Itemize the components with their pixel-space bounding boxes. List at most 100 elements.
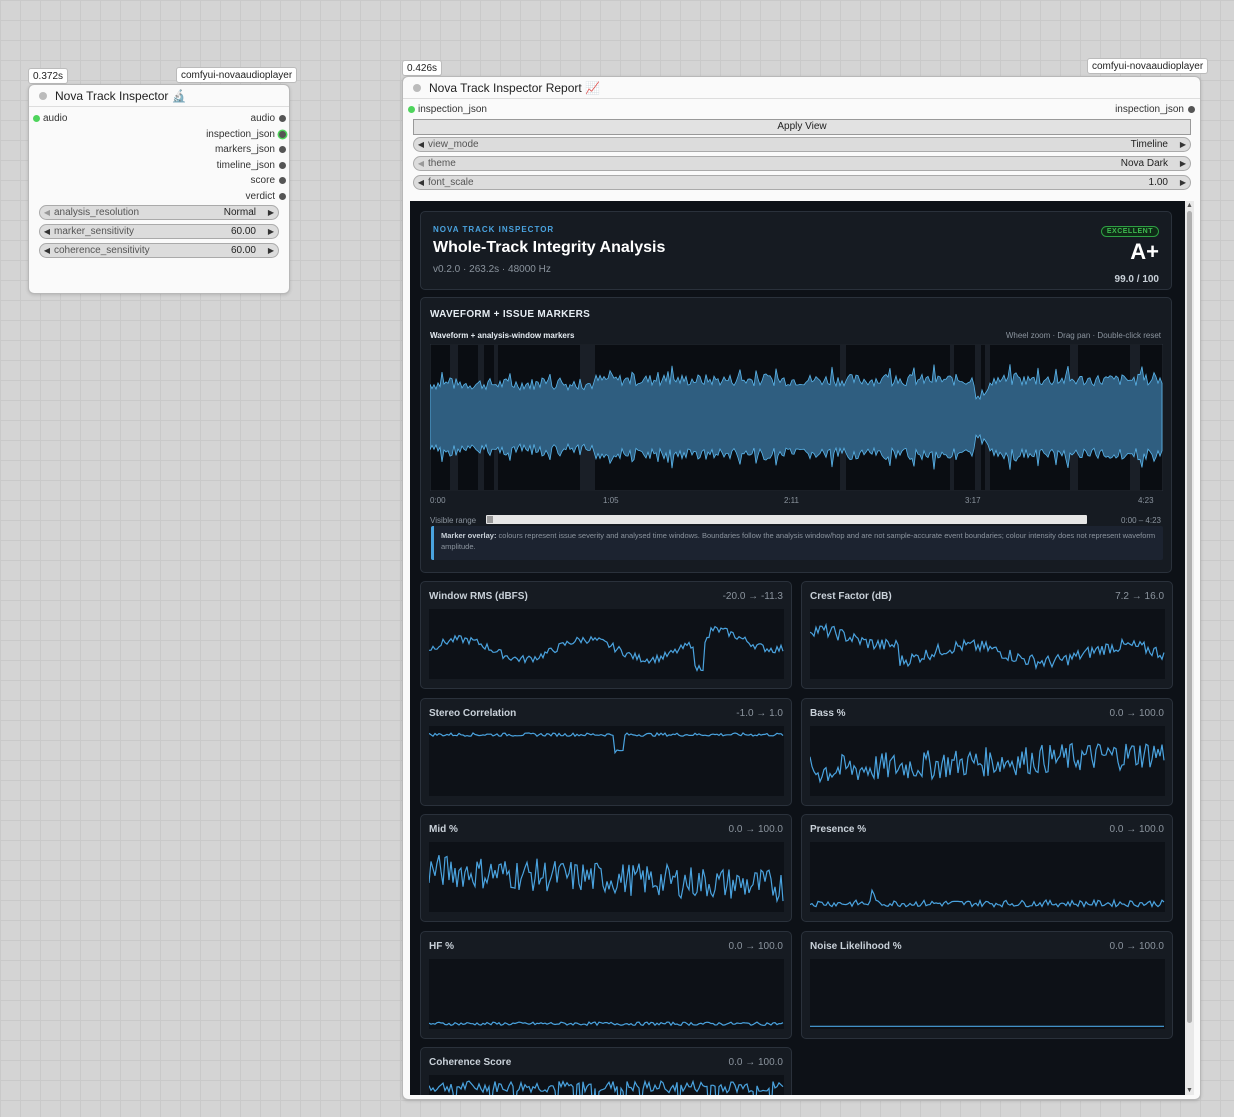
- sparkline-path: [429, 855, 784, 904]
- output-port-icon[interactable]: [279, 161, 286, 169]
- inspection-json-output[interactable]: inspection_json: [1115, 103, 1195, 117]
- increment-arrow-icon[interactable]: ▶: [1176, 159, 1190, 168]
- input-port-icon[interactable]: [408, 106, 415, 113]
- collapse-dot-icon[interactable]: [39, 91, 47, 100]
- decrement-arrow-icon[interactable]: ◀: [414, 178, 428, 187]
- sparkline-path: [429, 731, 784, 754]
- metric-range: -1.0 → 1.0: [736, 707, 783, 719]
- output-port-icon[interactable]: [1188, 106, 1195, 113]
- report-scrollbar[interactable]: ▲ ▼: [1185, 201, 1194, 1095]
- output-port-icon[interactable]: [279, 115, 286, 122]
- metric-card: Crest Factor (dB) 7.2 → 16.0: [801, 581, 1173, 689]
- time-tick-label: 4:23: [1138, 496, 1154, 505]
- metric-card: Mid % 0.0 → 100.0: [420, 814, 792, 922]
- node1-title-bar[interactable]: Nova Track Inspector 🔬: [29, 85, 289, 107]
- node2-pack-label: comfyui-novaaudioplayer: [1087, 58, 1209, 74]
- output-markers-json[interactable]: markers_json: [215, 143, 286, 157]
- output-port-icon[interactable]: [279, 177, 286, 185]
- output-port-icon[interactable]: [279, 146, 286, 154]
- marker-sensitivity-widget[interactable]: ◀ marker_sensitivity 60.00 ▶: [39, 224, 279, 239]
- scroll-up-icon[interactable]: ▲: [1185, 202, 1194, 209]
- metric-title: Presence %: [810, 824, 867, 835]
- report-panel[interactable]: NOVA TRACK INSPECTOR Whole-Track Integri…: [410, 201, 1194, 1095]
- time-tick-label: 3:17: [965, 496, 981, 505]
- widget-value: 1.00: [1148, 177, 1168, 188]
- metric-title: Mid %: [429, 824, 458, 835]
- metric-title: Bass %: [810, 707, 846, 719]
- metric-range: 0.0 → 100.0: [728, 1057, 783, 1068]
- time-tick-label: 1:05: [603, 496, 619, 505]
- metric-range: 0.0 → 100.0: [728, 940, 783, 952]
- audio-input[interactable]: audio: [33, 112, 67, 126]
- output-port-icon[interactable]: [279, 193, 286, 200]
- coherence-sensitivity-widget[interactable]: ◀ coherence_sensitivity 60.00 ▶: [39, 243, 279, 258]
- decrement-arrow-icon[interactable]: ◀: [414, 159, 428, 168]
- increment-arrow-icon[interactable]: ▶: [264, 246, 278, 255]
- metric-range: 0.0 → 100.0: [1109, 940, 1164, 952]
- metric-range: 7.2 → 16.0: [1115, 591, 1164, 602]
- metric-sparkline: [429, 725, 784, 796]
- output-verdict[interactable]: verdict: [245, 190, 286, 204]
- analysis-resolution-widget[interactable]: ◀ analysis_resolution Normal ▶: [39, 205, 279, 220]
- increment-arrow-icon[interactable]: ▶: [1176, 178, 1190, 187]
- widget-label: theme: [428, 158, 456, 169]
- metric-sparkline: [429, 958, 784, 1029]
- decrement-arrow-icon[interactable]: ◀: [414, 140, 428, 149]
- widget-label: font_scale: [428, 177, 474, 188]
- view-mode-widget[interactable]: ◀ view_mode Timeline ▶: [413, 137, 1191, 152]
- metric-range: 0.0 → 100.0: [728, 824, 783, 835]
- decrement-arrow-icon[interactable]: ◀: [40, 227, 54, 236]
- output-score[interactable]: score: [251, 174, 286, 188]
- inspection-json-input[interactable]: inspection_json: [408, 103, 487, 117]
- report-subtitle: v0.2.0 · 263.2s · 48000 Hz: [433, 264, 551, 275]
- increment-arrow-icon[interactable]: ▶: [264, 227, 278, 236]
- node2-title-bar[interactable]: Nova Track Inspector Report 📈: [403, 77, 1200, 99]
- metric-sparkline: [429, 1075, 784, 1095]
- node1-timing: 0.372s: [28, 68, 69, 84]
- waveform-hint: Wheel zoom · Drag pan · Double-click res…: [1005, 331, 1161, 340]
- output-inspection-json[interactable]: inspection_json: [206, 128, 286, 142]
- sparkline-path: [429, 625, 784, 672]
- report-eyebrow: NOVA TRACK INSPECTOR: [433, 225, 555, 234]
- metric-range: 0.0 → 100.0: [1109, 707, 1164, 719]
- score-value: 99.0 / 100: [1114, 274, 1159, 285]
- output-audio[interactable]: audio: [250, 112, 286, 126]
- metric-range: 0.0 → 100.0: [1109, 824, 1164, 835]
- widget-value: Normal: [223, 207, 256, 218]
- output-timeline-json[interactable]: timeline_json: [216, 159, 286, 173]
- waveform-section-title: WAVEFORM + ISSUE MARKERS: [430, 309, 591, 320]
- visible-range-slider[interactable]: [486, 515, 1087, 524]
- input-port-icon[interactable]: [33, 115, 40, 122]
- output-label: verdict: [245, 191, 275, 202]
- inspection-json-output-label: inspection_json: [1115, 104, 1184, 115]
- decrement-arrow-icon[interactable]: ◀: [40, 208, 54, 217]
- node1-title: Nova Track Inspector 🔬: [55, 88, 187, 103]
- theme-widget[interactable]: ◀ theme Nova Dark ▶: [413, 156, 1191, 171]
- output-port-icon[interactable]: [279, 130, 286, 138]
- scroll-down-icon[interactable]: ▼: [1185, 1087, 1194, 1094]
- scrollbar-thumb[interactable]: [1187, 211, 1192, 1023]
- metric-title: HF %: [429, 940, 454, 952]
- waveform-label: Waveform + analysis-window markers: [430, 331, 575, 340]
- collapse-dot-icon[interactable]: [413, 83, 421, 92]
- metric-title: Noise Likelihood %: [810, 940, 902, 952]
- widget-value: Nova Dark: [1120, 158, 1168, 169]
- metric-title: Crest Factor (dB): [810, 591, 892, 602]
- increment-arrow-icon[interactable]: ▶: [264, 208, 278, 217]
- metric-title: Coherence Score: [429, 1057, 512, 1068]
- visible-range-value: 0:00 – 4:23: [1120, 516, 1161, 525]
- output-label: timeline_json: [216, 159, 275, 171]
- grade-value: A+: [1130, 239, 1159, 264]
- increment-arrow-icon[interactable]: ▶: [1176, 140, 1190, 149]
- output-label: audio: [250, 113, 275, 124]
- metric-sparkline: [810, 958, 1165, 1029]
- apply-view-button[interactable]: Apply View: [413, 119, 1191, 135]
- sparkline-path: [429, 1020, 784, 1026]
- font-scale-widget[interactable]: ◀ font_scale 1.00 ▶: [413, 175, 1191, 190]
- range-handle[interactable]: [487, 516, 493, 523]
- time-tick-label: 2:11: [784, 496, 799, 505]
- visible-range-label: Visible range: [430, 516, 477, 525]
- track-inspector-node[interactable]: Nova Track Inspector 🔬 audio audio inspec…: [28, 84, 290, 294]
- waveform-canvas[interactable]: [430, 344, 1163, 491]
- decrement-arrow-icon[interactable]: ◀: [40, 246, 54, 255]
